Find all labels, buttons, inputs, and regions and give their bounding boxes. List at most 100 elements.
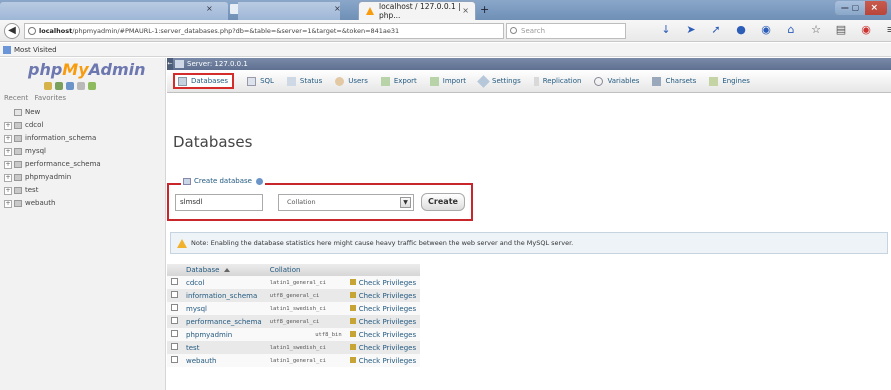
expand-icon[interactable]: + — [4, 121, 12, 130]
tab-users[interactable]: Users — [335, 73, 368, 89]
docs-icon[interactable] — [77, 82, 85, 90]
new-tab-button[interactable]: + — [480, 3, 489, 16]
menu-icon[interactable]: ≡ — [885, 23, 891, 36]
collation-select[interactable]: Collation ▼ — [278, 194, 414, 211]
send-icon[interactable]: ➤ — [685, 23, 697, 36]
tree-item[interactable]: + phpmyadmin — [4, 171, 101, 184]
column-header-database[interactable]: Database — [182, 264, 266, 276]
table-row: webauth latin1_general_ci Check Privileg… — [167, 354, 421, 367]
home-icon[interactable] — [44, 82, 52, 90]
check-privileges-link[interactable]: Check Privileges — [345, 289, 421, 302]
tab-databases[interactable]: Databases — [173, 73, 235, 89]
database-name-link[interactable]: performance_schema — [182, 315, 266, 328]
database-name-link[interactable]: mysql — [182, 302, 266, 315]
url-bar[interactable]: localhost/phpmyadmin/#PMAURL-1:server_da… — [24, 23, 504, 39]
check-privileges-link[interactable]: Check Privileges — [345, 302, 421, 315]
row-checkbox[interactable] — [167, 328, 182, 341]
sync-icon[interactable]: ◉ — [760, 23, 772, 36]
tab-export[interactable]: Export — [380, 73, 417, 89]
database-name-link[interactable]: cdcol — [182, 276, 266, 289]
collapse-nav-button[interactable]: ← — [167, 58, 173, 70]
recent-link[interactable]: Recent — [4, 94, 28, 102]
privileges-icon — [349, 304, 356, 311]
tab-status[interactable]: Status — [286, 73, 322, 89]
row-checkbox[interactable] — [167, 354, 182, 367]
logo-text-php: php — [28, 60, 63, 79]
back-button[interactable]: ◀ — [4, 23, 20, 39]
tab-close-icon[interactable]: × — [334, 4, 341, 13]
expand-icon[interactable]: + — [4, 160, 12, 169]
help-icon[interactable] — [66, 82, 74, 90]
tab-import[interactable]: Import — [429, 73, 466, 89]
minimize-maximize-button[interactable]: — ▢ — [835, 1, 865, 15]
tab-charsets[interactable]: Charsets — [652, 73, 696, 89]
row-checkbox[interactable] — [167, 289, 182, 302]
tab-close-icon[interactable]: × — [206, 4, 213, 13]
site-info-icon[interactable] — [28, 27, 36, 35]
create-database-legend[interactable]: Create database — [181, 177, 265, 185]
expand-icon[interactable]: + — [4, 134, 12, 143]
tree-item[interactable]: + performance_schema — [4, 158, 101, 171]
database-name-input[interactable]: slmsdl — [175, 194, 263, 211]
tab-settings[interactable]: Settings — [477, 73, 521, 89]
window-close-button[interactable]: × — [870, 3, 878, 13]
check-privileges-link[interactable]: Check Privileges — [345, 341, 421, 354]
database-collation: utf8_bin — [265, 328, 346, 341]
help-icon[interactable] — [255, 177, 263, 185]
phpmyadmin-logo[interactable]: phpMyAdmin — [28, 60, 146, 79]
row-checkbox[interactable] — [167, 276, 182, 289]
tab-close-icon[interactable]: × — [462, 6, 469, 15]
logout-icon[interactable] — [55, 82, 63, 90]
tab-replication[interactable]: Replication — [533, 73, 581, 89]
pocket-icon[interactable]: ● — [735, 23, 747, 36]
check-privileges-link[interactable]: Check Privileges — [345, 328, 421, 341]
column-header-collation[interactable]: Collation — [265, 264, 346, 276]
row-checkbox[interactable] — [167, 315, 182, 328]
home-icon[interactable]: ⌂ — [785, 23, 797, 36]
database-name-link[interactable]: test — [182, 341, 266, 354]
tab-variables[interactable]: Variables — [594, 73, 639, 89]
charsets-icon — [652, 76, 662, 86]
check-privileges-link[interactable]: Check Privileges — [345, 315, 421, 328]
tree-item[interactable]: + cdcol — [4, 119, 101, 132]
expand-icon[interactable]: + — [4, 147, 12, 156]
check-privileges-link[interactable]: Check Privileges — [345, 276, 421, 289]
server-label[interactable]: Server: 127.0.0.1 — [187, 60, 248, 68]
tree-item[interactable]: + test — [4, 184, 101, 197]
tab-sql[interactable]: SQL — [247, 73, 274, 89]
bookmarks-icon[interactable]: ▤ — [835, 23, 847, 36]
tab-label: Users — [348, 77, 368, 85]
tree-item[interactable]: + mysql — [4, 145, 101, 158]
tab-label: Databases — [191, 77, 229, 85]
check-privileges-link[interactable]: Check Privileges — [345, 354, 421, 367]
expand-icon[interactable]: + — [4, 186, 12, 195]
tree-item[interactable]: + information_schema — [4, 132, 101, 145]
expand-icon[interactable]: + — [4, 199, 12, 208]
addon-icon[interactable]: ◉ — [860, 23, 872, 36]
bookmark-star-icon[interactable]: ☆ — [810, 23, 822, 36]
tree-item-label: test — [25, 186, 39, 194]
reload-icon[interactable] — [88, 82, 96, 90]
bookmark-most-visited[interactable]: Most Visited — [14, 46, 57, 54]
tab-engines[interactable]: Engines — [709, 73, 750, 89]
browser-tab-2[interactable] — [238, 2, 340, 20]
database-name-link[interactable]: information_schema — [182, 289, 266, 302]
tree-new-database[interactable]: New — [4, 106, 101, 119]
chevron-down-icon[interactable]: ▼ — [400, 197, 411, 208]
database-name-link[interactable]: phpmyadmin — [182, 328, 266, 341]
search-input[interactable]: Search — [506, 23, 626, 39]
browser-tab-active[interactable]: localhost / 127.0.0.1 | php... × — [358, 1, 476, 20]
cursor-icon[interactable]: ➚ — [710, 23, 722, 36]
database-name-link[interactable]: webauth — [182, 354, 266, 367]
browser-tab-1[interactable] — [0, 2, 228, 20]
tree-item[interactable]: + webauth — [4, 197, 101, 210]
create-button[interactable]: Create — [421, 193, 465, 211]
row-checkbox[interactable] — [167, 341, 182, 354]
database-icon — [14, 174, 22, 181]
tab-label: Variables — [607, 77, 640, 85]
expand-icon[interactable]: + — [4, 173, 12, 182]
database-collation: utf8_general_ci — [265, 315, 346, 328]
favorites-link[interactable]: Favorites — [34, 94, 66, 102]
download-icon[interactable]: ↓ — [660, 23, 672, 36]
row-checkbox[interactable] — [167, 302, 182, 315]
